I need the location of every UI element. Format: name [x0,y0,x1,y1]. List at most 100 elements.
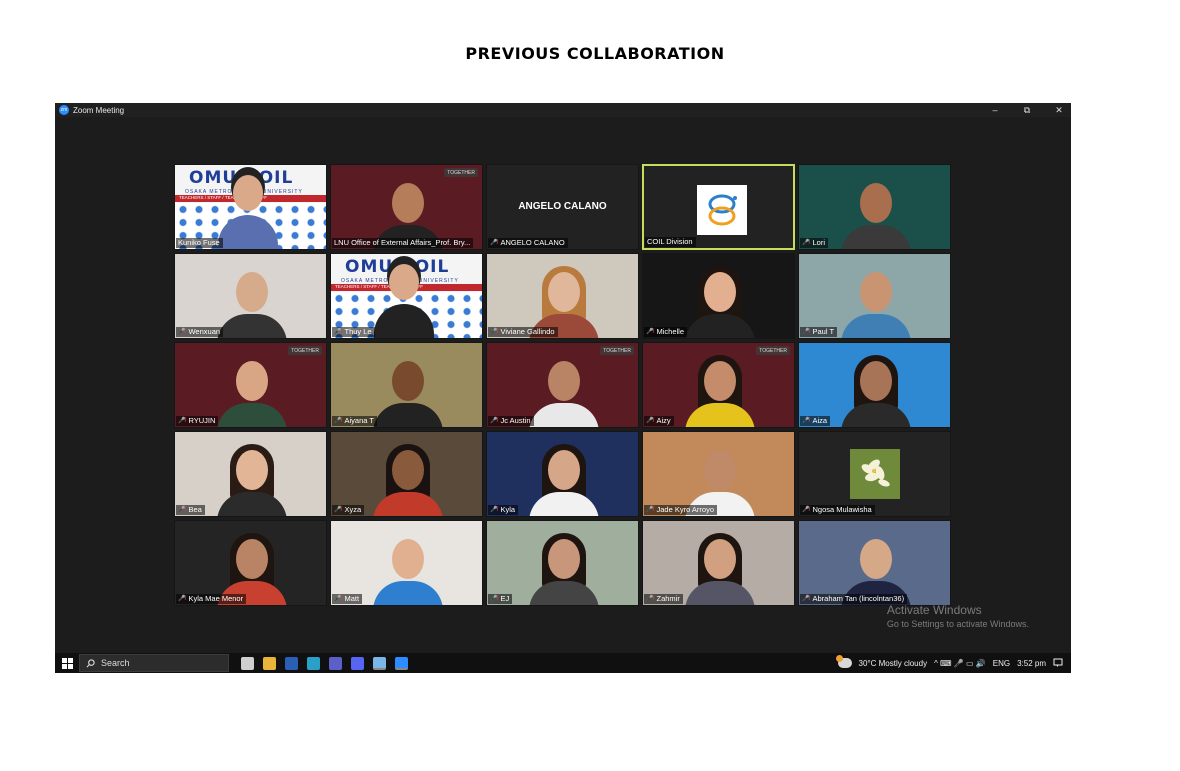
participant-tile[interactable]: 🎤̸ Abraham Tan (lincolntan36) [798,520,951,606]
participant-tile[interactable]: TOGETHER LNU Office of External Affairs_P… [330,164,483,250]
participant-tile[interactable]: COIL Division [642,164,795,250]
participant-tile[interactable]: OMU-COILOSAKA METROPOLITAN UNIVERSITYTEA… [174,164,327,250]
search-icon [86,658,95,667]
participant-tile[interactable]: 🎤̸ Matt [330,520,483,606]
edge-icon[interactable] [307,656,320,670]
participant-tile[interactable]: 🎤̸ Aiyana T [330,342,483,428]
tile-badge: TOGETHER [756,346,790,355]
muted-microphone-icon: 🎤̸ [646,418,654,424]
participant-face [704,272,736,312]
muted-microphone-icon: 🎤̸ [178,418,186,424]
participant-face [548,272,580,312]
participant-tile[interactable]: 🎤̸ Bea [174,431,327,517]
muted-microphone-icon: 🎤̸ [334,507,342,513]
participant-name-label: 🎤̸ Matt [332,594,363,604]
pinned-apps [241,656,408,670]
muted-microphone-icon: 🎤̸ [178,596,186,602]
participant-face [548,361,580,401]
participant-name: COIL Division [647,237,693,246]
participant-tile[interactable]: 🎤̸ Ngosa Mulawisha [798,431,951,517]
close-button[interactable]: ✕ [1053,105,1065,116]
participant-name: Zahmir [656,594,680,603]
muted-microphone-icon: 🎤̸ [490,240,498,246]
participant-name: Matt [344,594,360,603]
participant-name-label: COIL Division [645,237,696,247]
participant-tile[interactable]: TOGETHER 🎤̸ Jc Austin [486,342,639,428]
windows-taskbar: Search 30°C Mostly cloudy ^ ⌨ 🎤 ▭ 🔊 ENG … [55,653,1071,673]
participant-name-label: 🎤̸ Zahmir [644,594,683,604]
participant-face [548,450,580,490]
taskbar-search[interactable]: Search [79,654,229,672]
start-button[interactable] [55,657,79,669]
participant-name: Jc Austin [500,416,531,425]
participant-tile[interactable]: 🎤̸ Kyla [486,431,639,517]
tile-badge: TOGETHER [288,346,322,355]
weather-text[interactable]: 30°C Mostly cloudy [859,659,928,668]
teams-icon[interactable] [329,656,342,670]
discord-icon[interactable] [351,656,364,670]
notification-icon[interactable] [1053,658,1063,668]
zoom-icon[interactable] [395,656,408,670]
participant-name: ANGELO CALANO [500,238,565,247]
participant-tile[interactable]: TOGETHER 🎤̸ Aizy [642,342,795,428]
weather-icon[interactable] [835,655,852,668]
minimize-button[interactable]: – [989,105,1001,115]
participant-tile[interactable]: 🎤̸ Viviane Gallindo [486,253,639,339]
activate-windows-watermark: Activate Windows Go to Settings to activ… [887,603,1029,629]
participant-face [236,450,268,490]
muted-microphone-icon: 🎤̸ [802,507,810,513]
participant-name: Bea [188,505,202,514]
participant-tile[interactable]: OMU-COILOSAKA METROPOLITAN UNIVERSITYTEA… [330,253,483,339]
participant-tile[interactable]: ANGELO CALANO 🎤̸ ANGELO CALANO [486,164,639,250]
participant-face [392,183,424,223]
participant-face [548,539,580,579]
participant-name: Jade Kyro Arroyo [656,505,715,514]
participant-tile[interactable]: 🎤̸ Michelle [642,253,795,339]
file-explorer-icon[interactable] [263,656,276,670]
participant-face [704,361,736,401]
muted-microphone-icon: 🎤̸ [802,596,810,602]
participant-tile[interactable]: 🎤̸ Lori [798,164,951,250]
participant-name-label: 🎤̸ Kyla Mae Menor [176,594,247,604]
muted-microphone-icon: 🎤̸ [334,418,342,424]
participant-tile[interactable]: 🎤̸ Xyza [330,431,483,517]
participant-name-label: 🎤̸ Aizy [644,416,674,426]
participant-name-label: 🎤̸ Michelle [644,327,687,337]
participant-tile[interactable]: 🎤̸ Aiza [798,342,951,428]
participant-name-label: 🎤̸ Aiza [800,416,831,426]
participant-display-name: ANGELO CALANO [518,201,607,212]
participant-face [392,539,424,579]
participant-tile[interactable]: 🎤̸ Zahmir [642,520,795,606]
word-icon[interactable] [285,656,298,670]
participant-face [236,361,268,401]
participant-tile[interactable]: 🎤̸ Jade Kyro Arroyo [642,431,795,517]
participant-face [392,361,424,401]
participant-face [704,450,736,490]
participant-name: Paul T [812,327,835,336]
search-placeholder: Search [101,658,130,668]
participant-tile[interactable]: 🎤̸ Kyla Mae Menor [174,520,327,606]
restore-button[interactable]: ⧉ [1021,105,1033,116]
language-indicator[interactable]: ENG [993,659,1010,668]
muted-microphone-icon: 🎤̸ [490,418,498,424]
participant-face [236,539,268,579]
participant-face [860,361,892,401]
clock[interactable]: 3:52 pm [1017,659,1046,668]
participant-tile[interactable]: 🎤̸ EJ [486,520,639,606]
task-view-icon[interactable] [241,656,254,670]
participant-face [860,272,892,312]
watermark-line1: Activate Windows [886,603,982,617]
participant-name-label: 🎤̸ Thuy Le [332,327,375,337]
participant-name: Xyza [344,505,362,514]
notepad-icon[interactable] [373,656,386,670]
participant-face [389,264,419,300]
participant-tile[interactable]: TOGETHER 🎤̸ RYUJIN [174,342,327,428]
participant-name: EJ [500,594,510,603]
participant-tile[interactable]: 🎤̸ Paul T [798,253,951,339]
flower-avatar-icon [850,449,900,499]
window-titlebar[interactable]: zm Zoom Meeting – ⧉ ✕ [55,103,1071,117]
participant-face [860,539,892,579]
participant-name: Aiza [812,416,828,425]
tray-icons[interactable]: ^ ⌨ 🎤 ▭ 🔊 [934,659,986,668]
participant-tile[interactable]: 🎤̸ Wenxuan [174,253,327,339]
